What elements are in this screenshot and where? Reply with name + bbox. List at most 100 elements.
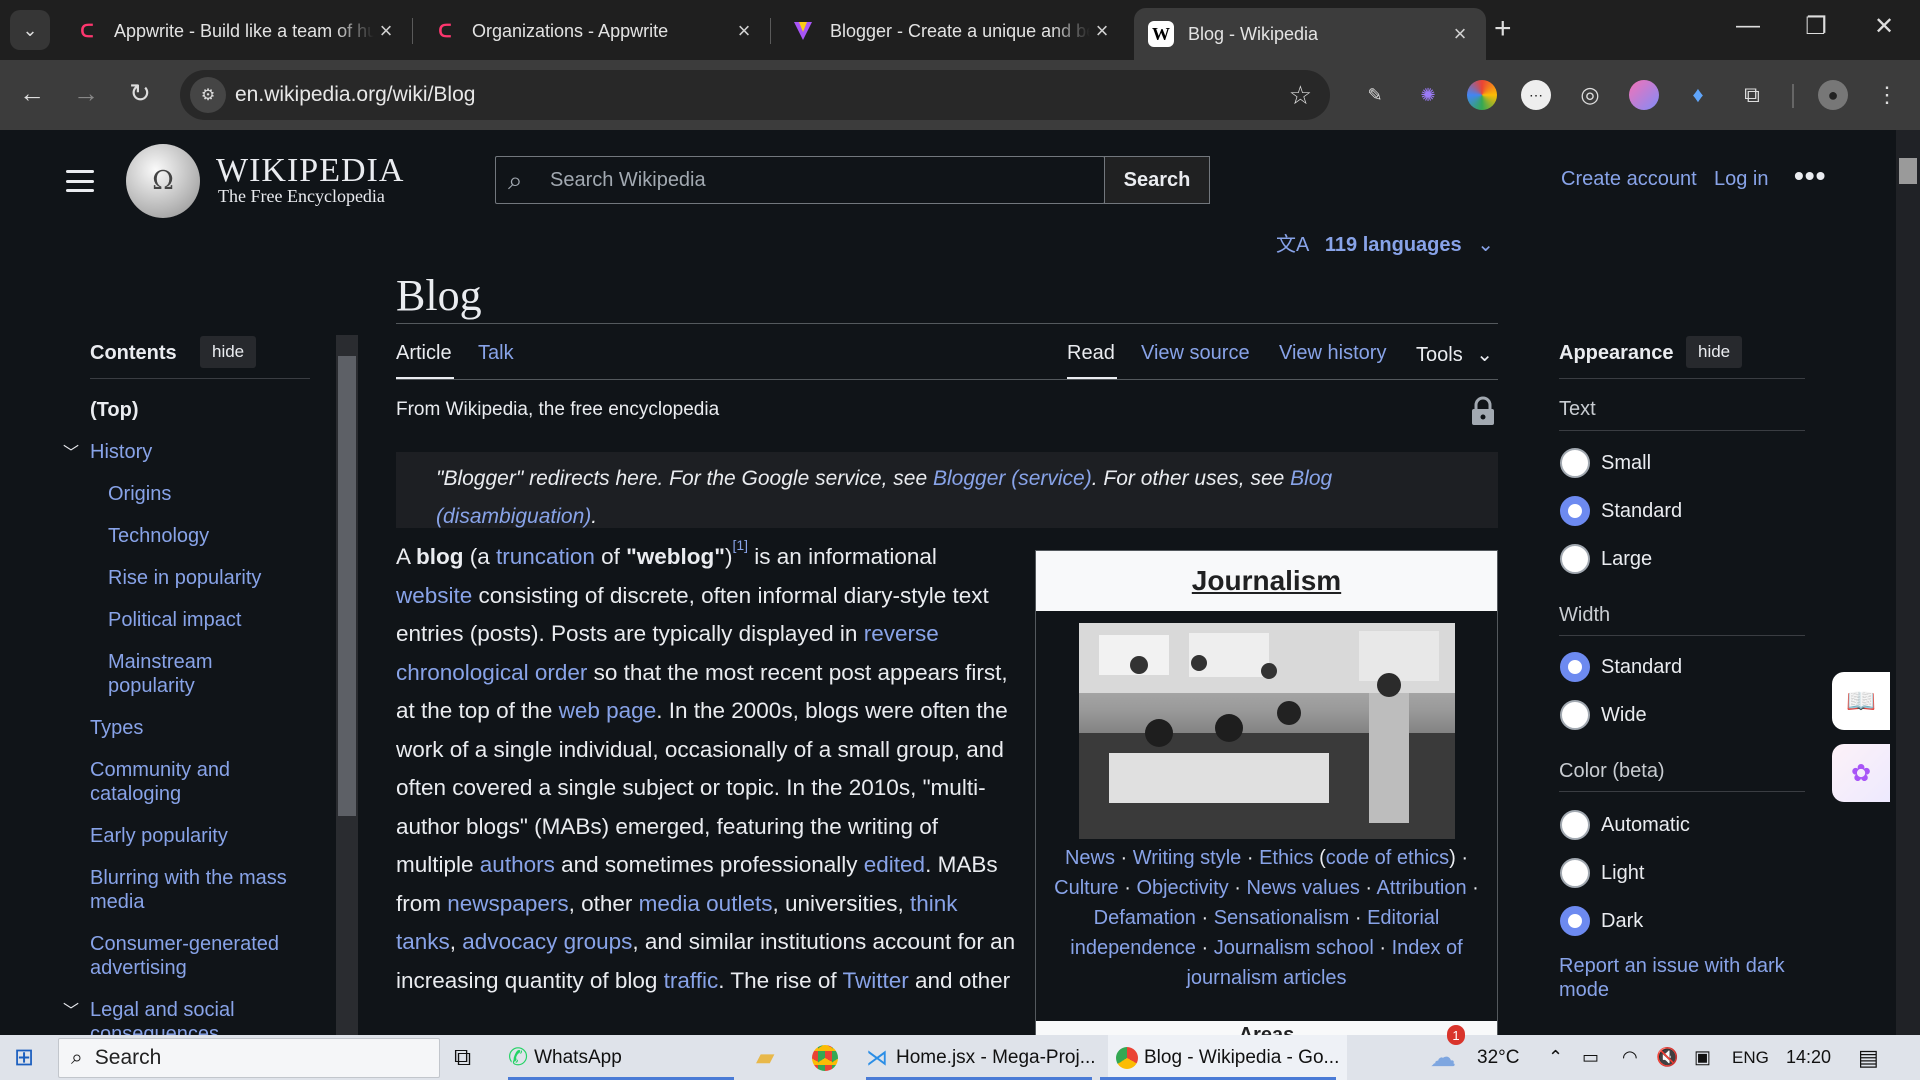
radio-text-standard[interactable] (1560, 496, 1590, 526)
radio-color-automatic[interactable] (1560, 810, 1590, 840)
profile-avatar[interactable]: ● (1818, 80, 1848, 110)
news-values-link[interactable]: News values (1246, 877, 1359, 899)
close-tab-icon[interactable]: × (374, 18, 398, 44)
clock[interactable]: 14:20 (1786, 1035, 1831, 1080)
edited-link[interactable]: edited (864, 852, 925, 877)
media-outlets-link[interactable]: media outlets (639, 891, 773, 916)
language-indicator[interactable]: ENG (1732, 1035, 1769, 1080)
notifications-icon[interactable]: ▤ (1858, 1035, 1879, 1080)
browser-menu-icon[interactable]: ⋮ (1872, 80, 1902, 110)
site-info-icon[interactable]: ⚙ (190, 77, 226, 113)
toc-scrollbar-thumb[interactable] (338, 356, 356, 816)
log-in-link[interactable]: Log in (1714, 168, 1769, 191)
address-bar[interactable]: ⚙ en.wikipedia.org/wiki/Blog ☆ (180, 70, 1330, 120)
toc-item-consumer-generated-advertising[interactable]: Consumer-generated advertising (90, 932, 310, 980)
brain-extension-icon[interactable] (1629, 80, 1659, 110)
toc-item-types[interactable]: Types (90, 716, 300, 740)
tab-blogger[interactable]: Blogger - Create a unique and beautiful … (776, 8, 1128, 54)
defamation-link[interactable]: Defamation (1094, 907, 1196, 929)
toc-item-legal-and-social-consequences[interactable]: Legal and social consequences (90, 998, 290, 1035)
toc-item-early-popularity[interactable]: Early popularity (90, 824, 300, 848)
windows-start-icon[interactable]: ⊞ (14, 1035, 34, 1080)
page-scrollbar[interactable] (1896, 130, 1920, 1035)
meet-now-icon[interactable]: ▣ (1694, 1035, 1711, 1080)
toc-item-mainstream-popularity[interactable]: Mainstream popularity (108, 650, 258, 698)
writing-style-link[interactable]: Writing style (1133, 847, 1242, 869)
gear-extension-icon[interactable]: ✺ (1413, 80, 1443, 110)
chevron-up-icon[interactable]: ⌃ (1548, 1035, 1563, 1080)
taskbar-whatsapp[interactable]: ✆ WhatsApp (508, 1035, 622, 1080)
tab-read[interactable]: Read (1067, 342, 1115, 365)
taskbar-vscode[interactable]: ⋊ Home.jsx - Mega-Proj... (866, 1035, 1096, 1080)
restore-button[interactable]: ❐ (1796, 12, 1836, 41)
tab-view-source[interactable]: View source (1141, 342, 1250, 365)
temperature-label[interactable]: 32°C (1477, 1035, 1519, 1080)
ai-assistant-icon[interactable]: ✿ (1832, 744, 1890, 802)
tab-wikipedia-blog[interactable]: W Blog - Wikipedia × (1134, 8, 1486, 60)
code-of-ethics-link[interactable]: code of ethics (1326, 847, 1449, 869)
radio-width-standard[interactable] (1560, 652, 1590, 682)
taskbar-chrome-window[interactable]: Blog - Wikipedia - Go... (1108, 1035, 1348, 1080)
chevron-down-icon[interactable]: ﹀ (63, 439, 79, 463)
infobox-title[interactable]: Journalism (1036, 551, 1497, 611)
wikipedia-globe-logo[interactable]: Ω (126, 144, 200, 218)
taskbar-search-box[interactable]: ⌕ Search (58, 1038, 440, 1078)
tab-view-history[interactable]: View history (1279, 342, 1386, 365)
toc-item-rise-in-popularity[interactable]: Rise in popularity (108, 566, 318, 590)
web-page-link[interactable]: web page (559, 698, 657, 723)
page-scrollbar-thumb[interactable] (1899, 158, 1917, 184)
toc-item-political-impact[interactable]: Political impact (108, 608, 318, 632)
ethics-link[interactable]: Ethics (1259, 847, 1313, 869)
toc-item-history[interactable]: History (90, 440, 300, 464)
tab-talk[interactable]: Talk (478, 342, 514, 365)
traffic-link[interactable]: traffic (664, 968, 719, 993)
report-dark-mode-link[interactable]: Report an issue with dark mode (1559, 954, 1819, 1002)
toc-hide-button[interactable]: hide (200, 336, 257, 368)
minimize-button[interactable]: — (1728, 12, 1768, 40)
main-menu-button[interactable] (66, 170, 94, 192)
forward-button[interactable]: → (68, 78, 104, 109)
tools-menu[interactable]: Tools ⌄ (1416, 342, 1493, 367)
appearance-hide-button[interactable]: hide (1686, 336, 1743, 368)
sensationalism-link[interactable]: Sensationalism (1214, 907, 1350, 929)
twitter-link[interactable]: Twitter (843, 968, 909, 993)
close-window-button[interactable]: ✕ (1864, 12, 1904, 41)
attribution-link[interactable]: Attribution (1377, 877, 1467, 899)
speaker-muted-icon[interactable]: 🔇 (1656, 1035, 1678, 1080)
color-picker-extension-icon[interactable] (1467, 80, 1497, 110)
wikipedia-wordmark[interactable]: WIKIPEDIA (216, 152, 404, 190)
chevron-down-icon[interactable]: ﹀ (63, 997, 79, 1021)
radio-text-small[interactable] (1560, 448, 1590, 478)
chrome-icon[interactable] (812, 1035, 838, 1080)
tab-search-button[interactable]: ⌄ (10, 10, 50, 50)
more-options-icon[interactable]: ••• (1794, 160, 1826, 192)
toc-item-origins[interactable]: Origins (108, 482, 318, 506)
radio-color-light[interactable] (1560, 858, 1590, 888)
code-extension-icon[interactable]: ⋯ (1521, 80, 1551, 110)
toc-item-community-and-cataloging[interactable]: Community and cataloging (90, 758, 260, 806)
file-explorer-icon[interactable]: ▰ (756, 1035, 774, 1080)
journalism-school-link[interactable]: Journalism school (1214, 937, 1374, 959)
reload-button[interactable]: ↻ (122, 78, 158, 109)
bookmark-star-icon[interactable]: ☆ (1289, 80, 1312, 111)
objectivity-link[interactable]: Objectivity (1136, 877, 1228, 899)
create-account-link[interactable]: Create account (1561, 168, 1697, 191)
culture-link[interactable]: Culture (1054, 877, 1118, 899)
tab-article[interactable]: Article (396, 342, 452, 365)
close-tab-icon[interactable]: × (1090, 18, 1114, 44)
advocacy-groups-link[interactable]: advocacy groups (462, 929, 632, 954)
eyedropper-extension-icon[interactable]: ✎ (1360, 80, 1390, 110)
search-button[interactable]: Search (1104, 156, 1210, 204)
close-tab-icon[interactable]: × (1448, 21, 1472, 47)
language-selector[interactable]: 文A 119 languages ⌄ (1276, 228, 1494, 257)
task-view-icon[interactable]: ⧉ (454, 1035, 471, 1080)
radio-width-wide[interactable] (1560, 700, 1590, 730)
back-button[interactable]: ← (14, 78, 50, 109)
target-extension-icon[interactable]: ◎ (1575, 80, 1605, 110)
lock-icon[interactable] (1470, 396, 1496, 426)
wifi-icon[interactable]: ◠ (1622, 1035, 1638, 1080)
authors-link[interactable]: authors (480, 852, 555, 877)
reading-mode-icon[interactable]: 📖 (1832, 672, 1890, 730)
website-link[interactable]: website (396, 583, 472, 608)
battery-icon[interactable]: ▭ (1582, 1035, 1599, 1080)
